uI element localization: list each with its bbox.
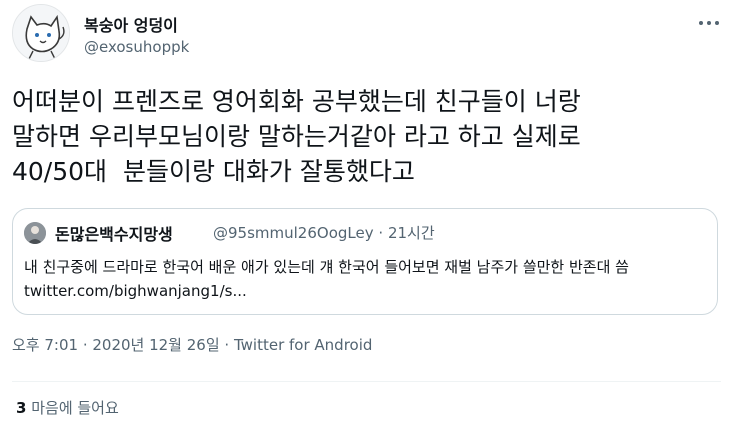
author-display-name[interactable]: 복숭아 엉덩이 (84, 12, 178, 36)
divider (12, 381, 721, 382)
quoted-author-handle: @95smmul26OogLey (213, 224, 374, 242)
tweet-text: 어떠분이 프렌즈로 영어회화 공부했는데 친구들이 너랑 말하면 우리부모님이랑… (12, 87, 581, 186)
meta-separator: · (378, 224, 384, 242)
tweet-timestamp[interactable]: 오후 7:01 · 2020년 12월 26일 (12, 336, 220, 354)
cat-drawing-avatar-icon[interactable] (12, 4, 70, 62)
quoted-tweet-card[interactable]: 돈많은백수지망생 @95smmul26OogLey · 21시간 내 친구중에 … (12, 208, 718, 315)
tweet-header: 복숭아 엉덩이 @exosuhoppk (12, 4, 722, 70)
more-options-icon[interactable] (698, 10, 720, 31)
likes-stat[interactable]: 3 마음에 들어요 (16, 397, 119, 418)
quoted-tweet-time: 21시간 (387, 224, 435, 242)
tweet-timestamp-row: 오후 7:01 · 2020년 12월 26일 · Twitter for An… (12, 334, 372, 355)
quoted-tweet-text: 내 친구중에 드라마로 한국어 배운 애가 있는데 걔 한국어 들어보면 재벌 … (24, 258, 629, 300)
quoted-author-avatar-icon (24, 222, 46, 244)
likes-count: 3 (16, 399, 27, 417)
quoted-author-name: 돈많은백수지망생 (55, 225, 173, 244)
quoted-author-meta: @95smmul26OogLey · 21시간 (213, 222, 435, 243)
likes-label: 마음에 들어요 (31, 399, 119, 417)
author-handle[interactable]: @exosuhoppk (84, 38, 189, 56)
source-app-link[interactable]: Twitter for Android (234, 336, 372, 354)
meta-separator: · (224, 336, 230, 354)
